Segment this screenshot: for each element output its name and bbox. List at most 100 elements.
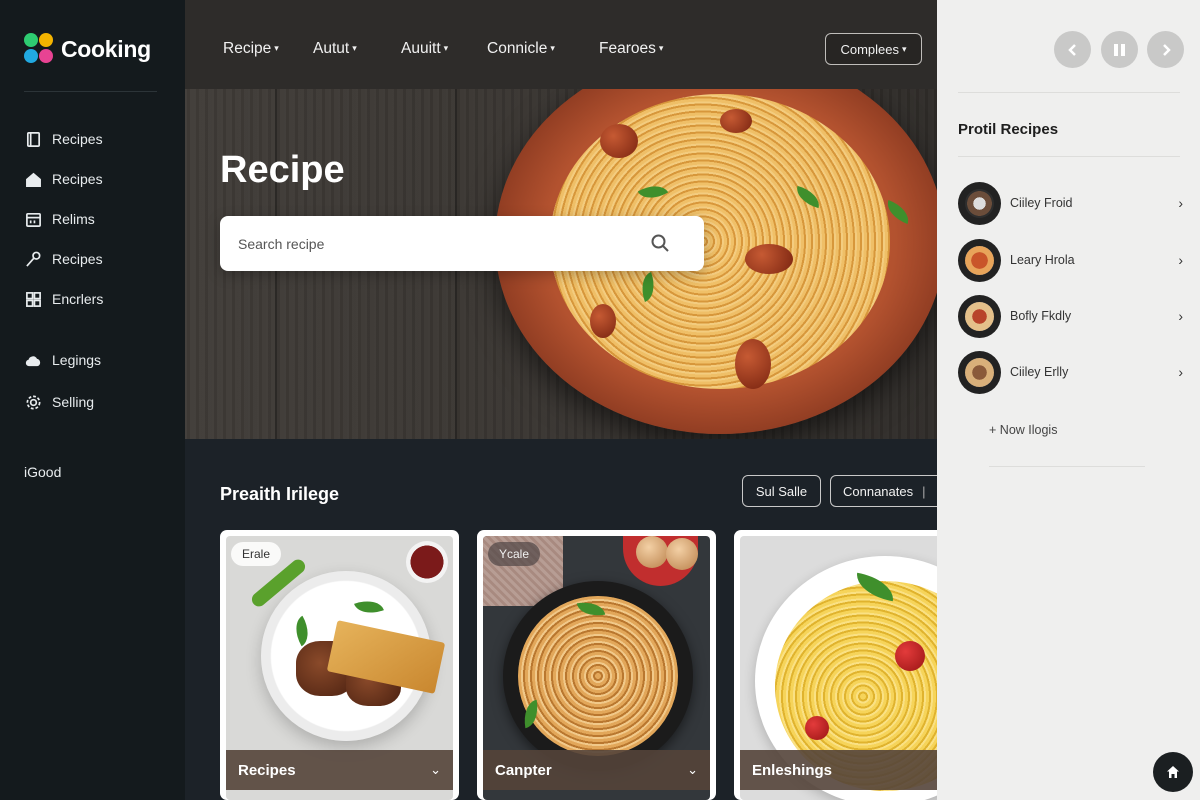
panel-title: Protil Recipes [958, 121, 1059, 138]
topnav-label: Connicle [487, 40, 548, 57]
panel-recipe-item[interactable]: Ciiley Froid › [958, 181, 1183, 225]
pan-decoration [503, 581, 693, 771]
tomato-decoration [590, 304, 616, 338]
panel-recipe-item[interactable]: Bofly Fkdly › [958, 294, 1183, 338]
search-icon[interactable] [650, 233, 670, 253]
filter-chip-sul-salle[interactable]: Sul Salle [742, 475, 821, 507]
topnav-item-connicle[interactable]: Connicle ▾ [487, 40, 555, 58]
chevron-down-icon: ▾ [352, 43, 357, 53]
recipe-card-title: Enleshings [752, 761, 833, 779]
tomato-decoration [720, 109, 752, 133]
bun-decoration [666, 538, 698, 570]
sidebar-item-label: Recipes [52, 171, 103, 187]
chevron-right-icon: › [1178, 364, 1183, 380]
recipe-card-footer: Enleshings [740, 750, 967, 790]
chevron-down-icon: ▾ [550, 43, 555, 53]
panel-recipe-name: Ciiley Erlly [1010, 365, 1069, 379]
recipe-thumbnail [958, 350, 1001, 394]
previous-button[interactable] [1054, 31, 1091, 68]
sidebar-item-encrlers[interactable]: Encrlers [24, 290, 103, 308]
panel-divider [958, 92, 1180, 93]
sidebar-item-selling[interactable]: Selling [24, 393, 94, 411]
plus-icon: + [989, 423, 997, 437]
chevron-left-icon [1067, 43, 1076, 56]
next-button[interactable] [1147, 31, 1184, 68]
panel-divider [958, 156, 1180, 157]
calendar-icon [24, 210, 42, 228]
panel-recipe-item[interactable]: Ciiley Erlly › [958, 350, 1183, 394]
sidebar-footer[interactable]: iGood [24, 464, 61, 480]
sidebar-item-recipes-2[interactable]: Recipes [24, 170, 103, 188]
panel-recipe-name: Bofly Fkdly [1010, 309, 1072, 323]
sidebar-item-relims[interactable]: Relims [24, 210, 95, 228]
bun-decoration [636, 536, 668, 568]
topnav-item-auuitt[interactable]: Auuitt ▾ [401, 40, 448, 58]
sidebar-item-label: Encrlers [52, 291, 104, 307]
compare-label: Complees [840, 41, 899, 57]
pause-button[interactable] [1101, 31, 1138, 68]
sidebar-item-label: Recipes [52, 251, 103, 267]
logo-icon [24, 33, 55, 66]
recipe-card[interactable]: Erale Recipes ⌄ [220, 530, 459, 800]
topnav-label: Recipe [223, 40, 272, 57]
sauce-dish-decoration [406, 541, 448, 583]
sidebar-item-recipes-3[interactable]: Recipes [24, 250, 103, 268]
chevron-right-icon: › [1178, 195, 1183, 211]
hero-title: Recipe [220, 149, 345, 191]
chip-separator: | [922, 483, 926, 499]
filter-chip-connanates[interactable]: Connanates | [830, 475, 945, 507]
topnav-item-recipe[interactable]: Recipe ▾ [223, 40, 279, 58]
topnav-label: Fearoes [599, 40, 656, 57]
spoon-icon [24, 250, 42, 268]
pasta-decoration [518, 596, 678, 756]
chevron-right-icon: › [1178, 252, 1183, 268]
chevron-down-icon[interactable]: ⌄ [687, 762, 698, 778]
recipe-thumbnail [958, 238, 1001, 282]
search-input[interactable] [238, 235, 638, 252]
topnav-item-autut[interactable]: Autut ▾ [313, 40, 357, 58]
tomato-decoration [745, 244, 793, 274]
hero-banner: Recipe [185, 89, 937, 439]
tomato-decoration [805, 716, 829, 740]
book-icon [24, 130, 42, 148]
grid-icon [24, 290, 42, 308]
cloud-icon [24, 351, 42, 369]
recipe-card[interactable]: Ycale Canpter ⌄ [477, 530, 716, 800]
compare-dropdown-button[interactable]: Complees ▾ [825, 33, 922, 65]
recipe-card-footer: Recipes ⌄ [226, 750, 453, 790]
topnav-item-fearoes[interactable]: Fearoes ▾ [599, 40, 663, 58]
topnav-label: Auuitt [401, 40, 441, 57]
recipe-card-title: Canpter [495, 761, 552, 779]
pause-icon [1114, 43, 1125, 56]
tomato-decoration [600, 124, 638, 158]
panel-more-link[interactable]: + Now Ilogis [989, 423, 1057, 437]
recipe-thumbnail [958, 181, 1001, 225]
sidebar-item-label: Recipes [52, 131, 103, 147]
basil-decoration [354, 595, 384, 619]
sidebar-item-recipes[interactable]: Recipes [24, 130, 103, 148]
sidebar-item-legings[interactable]: Legings [24, 351, 101, 369]
home-icon [1167, 766, 1179, 778]
recipe-thumbnail [958, 294, 1001, 338]
right-panel: Protil Recipes Ciiley Froid › Leary Hrol… [937, 0, 1200, 800]
chevron-right-icon [1162, 43, 1171, 56]
sidebar-divider [24, 91, 157, 92]
gear-icon [24, 393, 42, 411]
filter-chip-label: Connanates [843, 483, 914, 499]
home-icon [24, 170, 42, 188]
sidebar-item-label: Legings [52, 352, 102, 368]
chevron-down-icon[interactable]: ⌄ [430, 762, 441, 778]
section-title: Preaith Irilege [220, 484, 340, 504]
panel-more-label: Now Ilogis [999, 423, 1058, 437]
recipe-card-title: Recipes [238, 761, 296, 779]
home-button[interactable] [1153, 752, 1193, 792]
recipe-badge: Erale [231, 542, 282, 566]
recipe-badge: Ycale [488, 542, 541, 566]
chevron-right-icon: › [1178, 308, 1183, 324]
topnav-label: Autut [313, 40, 350, 57]
search-bar [220, 216, 704, 271]
brand[interactable]: Cooking [24, 33, 151, 66]
brand-name: Cooking [61, 36, 151, 62]
panel-recipe-item[interactable]: Leary Hrola › [958, 238, 1183, 282]
sidebar: Cooking Recipes Recipes Relims Recipes E… [0, 0, 185, 800]
